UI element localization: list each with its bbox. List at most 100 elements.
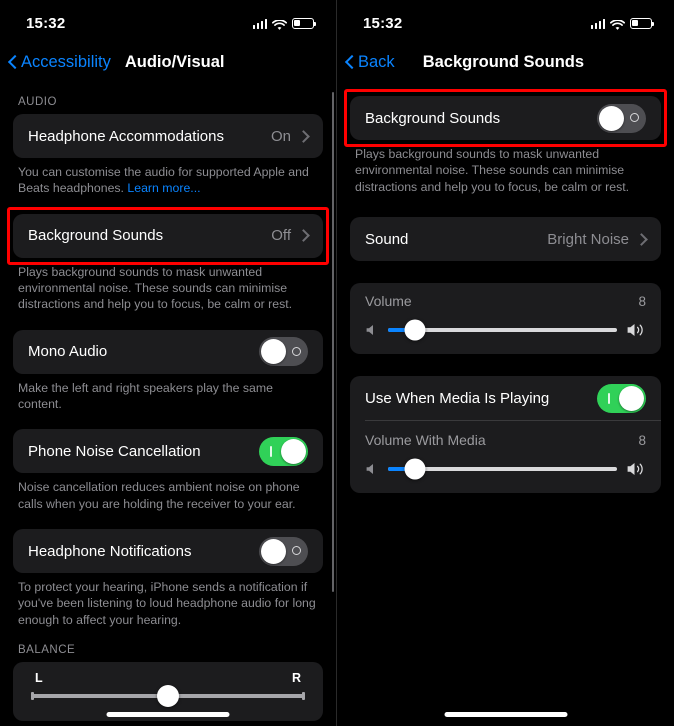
toggle-background-sounds[interactable] (597, 103, 646, 133)
card-sound: Sound Bright Noise (350, 217, 661, 262)
home-indicator-right (444, 712, 567, 717)
volume-with-media-label: Volume With Media (365, 432, 486, 449)
row-headphone-notifications: Headphone Notifications (13, 529, 323, 573)
wifi-icon (609, 18, 626, 30)
row-label: Sound (365, 230, 409, 248)
volume-label: Volume (365, 293, 412, 310)
card-background-sounds: Background Sounds Off (13, 213, 323, 258)
back-button-accessibility[interactable]: Accessibility (8, 53, 111, 72)
page-title-left: Audio/Visual (124, 52, 225, 71)
settings-list-left: AUDIO Headphone Accommodations On You ca… (0, 84, 336, 726)
card-media: Use When Media Is Playing Volume With Me… (350, 376, 661, 494)
card-phone-noise-cancellation: Phone Noise Cancellation (13, 429, 323, 474)
volume-with-media-block: Volume With Media 8 (350, 421, 661, 493)
status-icons (252, 17, 317, 30)
footnote-background-sounds: Plays background sounds to mask unwanted… (355, 147, 630, 194)
status-icons (590, 17, 655, 30)
left-phone-screen: 15:32 Accessibility Audio/Visual AUDIO H… (0, 0, 337, 726)
row-background-sounds[interactable]: Background Sounds Off (13, 214, 323, 258)
card-volume: Volume 8 (350, 283, 661, 355)
status-time: 15:32 (26, 14, 66, 32)
chevron-left-icon (345, 53, 356, 71)
speaker-low-icon (366, 325, 373, 336)
volume-value: 8 (638, 293, 646, 309)
chevron-right-icon (297, 229, 310, 243)
volume-slider-row (365, 318, 646, 342)
section-header-balance: BALANCE (18, 644, 76, 657)
card-headphone-notifications: Headphone Notifications (13, 529, 323, 574)
speaker-high-icon (627, 463, 643, 476)
wifi-icon (271, 18, 288, 30)
row-value: Bright Noise (547, 230, 629, 248)
volume-slider-knob[interactable] (404, 319, 426, 341)
volume-with-media-value: 8 (638, 432, 646, 448)
section-header-audio: AUDIO (18, 96, 57, 108)
row-label: Phone Noise Cancellation (28, 442, 201, 460)
page-title-right: Background Sounds (422, 52, 585, 71)
row-phone-noise-cancellation: Phone Noise Cancellation (13, 429, 323, 473)
balance-slider-knob[interactable] (157, 685, 179, 708)
footnote-headphone-notifications: To protect your hearing, iPhone sends a … (18, 580, 316, 627)
dual-screenshot-container: 15:32 Accessibility Audio/Visual AUDIO H… (0, 0, 674, 726)
card-headphone-accommodations: Headphone Accommodations On (13, 114, 323, 158)
volume-with-media-slider-row (365, 457, 646, 481)
balance-left-label: L (35, 671, 43, 686)
row-label: Headphone Notifications (28, 542, 192, 560)
balance-right-label: R (291, 671, 301, 686)
status-time: 15:32 (363, 14, 403, 32)
home-indicator-left (106, 712, 230, 717)
card-background-sounds-toggle: Background Sounds (350, 96, 661, 140)
volume-with-media-slider-knob[interactable] (404, 458, 426, 480)
footnote-headphone-accommodations: You can customise the audio for supporte… (13, 158, 323, 197)
chevron-right-icon (635, 232, 648, 246)
volume-slider[interactable] (388, 319, 617, 341)
cellular-signal-icon (252, 18, 267, 29)
right-phone-screen: 15:32 Back Background Sounds Background … (337, 0, 674, 726)
row-headphone-accommodations[interactable]: Headphone Accommodations On (13, 114, 323, 158)
row-sound[interactable]: Sound Bright Noise (350, 217, 661, 261)
row-label: Mono Audio (28, 343, 108, 361)
row-label: Background Sounds (365, 109, 501, 127)
row-background-sounds: Background Sounds (350, 96, 661, 140)
nav-bar-left: Accessibility Audio/Visual (0, 40, 336, 84)
battery-icon (292, 17, 317, 29)
status-bar-left: 15:32 (0, 0, 336, 40)
volume-with-media-slider[interactable] (388, 458, 617, 480)
back-button-label: Back (358, 52, 395, 71)
status-bar-right: 15:32 (337, 0, 674, 40)
nav-bar-right: Back Background Sounds (337, 40, 674, 84)
chevron-left-icon (8, 53, 19, 71)
balance-slider[interactable] (31, 685, 305, 708)
learn-more-link[interactable]: Learn more... (127, 181, 200, 195)
row-use-when-media-is-playing: Use When Media Is Playing (350, 376, 661, 420)
volume-header: Volume 8 (365, 293, 646, 309)
chevron-right-icon (297, 129, 310, 143)
footnote-mono-audio: Make the left and right speakers play th… (18, 380, 273, 412)
background-sounds-wrapper: Background Sounds Off (7, 206, 329, 265)
speaker-high-icon (627, 324, 643, 337)
footnote-balance: Adjust the audio volume balance between … (13, 721, 323, 726)
row-label: Headphone Accommodations (28, 127, 224, 145)
toggle-mono-audio[interactable] (259, 337, 308, 367)
toggle-headphone-notifications[interactable] (259, 536, 308, 566)
scrollbar-left[interactable] (331, 92, 334, 592)
row-label: Use When Media Is Playing (365, 389, 550, 407)
battery-icon (630, 17, 655, 29)
speaker-low-icon (366, 464, 373, 475)
row-label: Background Sounds (28, 227, 164, 245)
back-button-label: Accessibility (21, 52, 111, 71)
settings-list-right: Background Sounds Plays background sound… (337, 84, 674, 494)
cellular-signal-icon (590, 18, 605, 29)
volume-with-media-header: Volume With Media 8 (365, 432, 646, 448)
background-sounds-toggle-wrapper: Background Sounds (344, 89, 667, 147)
card-mono-audio: Mono Audio (13, 329, 323, 374)
row-mono-audio: Mono Audio (13, 330, 323, 374)
balance-labels: L R (29, 671, 307, 685)
toggle-use-when-media-is-playing[interactable] (597, 383, 646, 413)
footnote-phone-noise-cancellation: Noise cancellation reduces ambient noise… (18, 480, 300, 511)
toggle-phone-noise-cancellation[interactable] (259, 436, 308, 466)
footnote-background-sounds: Plays background sounds to mask unwanted… (18, 264, 293, 312)
row-value: On (270, 127, 291, 145)
back-button[interactable]: Back (345, 53, 395, 72)
row-value: Off (271, 227, 291, 245)
